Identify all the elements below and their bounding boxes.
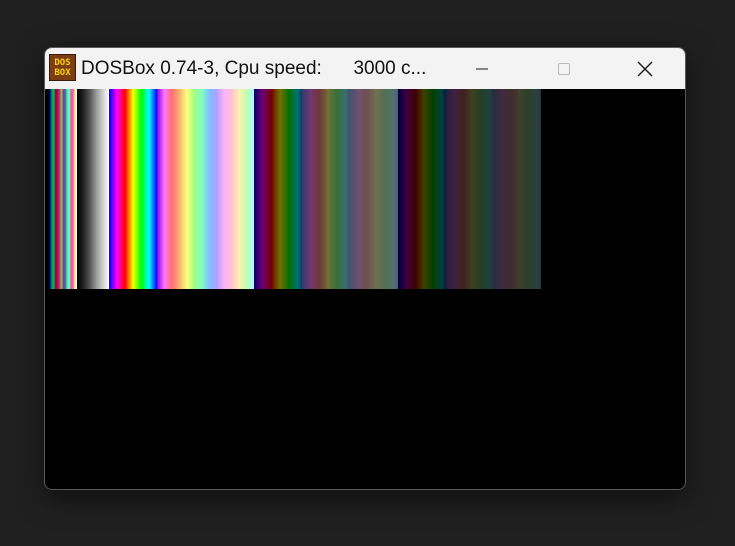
palette-band-dark-mid (302, 89, 350, 289)
palette-band-ega (48, 89, 77, 289)
app-icon-text-line2: BOX (54, 67, 71, 78)
palette-band-dark-hues (254, 89, 302, 289)
palette-band-dark-pale (350, 89, 398, 289)
minimize-button[interactable] (459, 48, 505, 89)
palette-band-darker-pale (494, 89, 541, 289)
palette-band-darker-hues (398, 89, 446, 289)
app-icon-text-line1: DOS (54, 57, 71, 68)
window-title: DOSBox 0.74-3, Cpu speed: 3000 c... (81, 58, 427, 79)
close-icon (637, 61, 653, 76)
title-bar[interactable]: DOS BOX DOSBox 0.74-3, Cpu speed: 3000 c… (45, 48, 685, 89)
close-button[interactable] (622, 48, 668, 89)
palette-band-bright-hues (109, 89, 157, 289)
dosbox-app-icon[interactable]: DOS BOX (49, 54, 76, 81)
palette-band-darker-mid (446, 89, 494, 289)
desktop: DOS BOX DOSBox 0.74-3, Cpu speed: 3000 c… (0, 0, 735, 546)
dos-screen[interactable] (45, 89, 685, 489)
maximize-button[interactable] (541, 48, 587, 89)
palette-band-mid-hues (157, 89, 254, 289)
vga-palette-display (48, 89, 541, 289)
palette-band-gray (77, 89, 109, 289)
minimize-icon (476, 68, 488, 69)
dosbox-window[interactable]: DOS BOX DOSBox 0.74-3, Cpu speed: 3000 c… (44, 47, 686, 490)
maximize-icon (558, 62, 570, 75)
